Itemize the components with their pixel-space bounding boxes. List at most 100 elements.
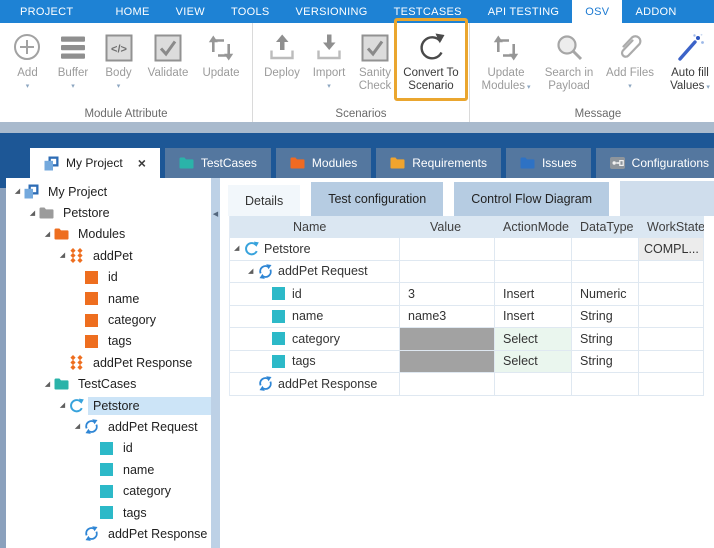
grid-name-cell[interactable]: name: [230, 306, 400, 328]
expander-icon[interactable]: ◢: [57, 252, 68, 259]
convert-to-scenario-button[interactable]: Convert To Scenario: [398, 28, 464, 93]
dropdown-caret-icon[interactable]: ▾: [71, 83, 75, 90]
expander-icon[interactable]: ◢: [27, 210, 38, 217]
grid-workstate-cell[interactable]: [639, 351, 704, 373]
update-modules-button[interactable]: Update Modules▾: [475, 28, 537, 93]
grid-workstate-cell[interactable]: [639, 283, 704, 305]
grid-datatype-cell[interactable]: String: [572, 306, 639, 328]
grid-datatype-cell[interactable]: [572, 238, 639, 260]
expander-icon[interactable]: ◢: [72, 423, 83, 430]
document-tab-issues[interactable]: Issues: [506, 148, 591, 178]
grid-value-cell[interactable]: [400, 328, 495, 350]
tree-item-id[interactable]: id: [6, 438, 211, 459]
buffer-button[interactable]: Buffer▾: [50, 28, 96, 90]
dropdown-caret-icon[interactable]: ▾: [628, 83, 632, 90]
document-tab-modules[interactable]: Modules: [276, 148, 371, 178]
column-header-value[interactable]: Value: [400, 220, 495, 234]
grid-value-cell[interactable]: 3: [400, 283, 495, 305]
grid-actionmode-cell[interactable]: [495, 261, 572, 283]
grid-name-cell[interactable]: category: [230, 328, 400, 350]
tree-item-petstore[interactable]: ◢Petstore: [6, 202, 211, 223]
column-header-workstate[interactable]: WorkState: [639, 220, 704, 234]
grid-name-cell[interactable]: id: [230, 283, 400, 305]
close-icon[interactable]: ×: [138, 156, 146, 170]
grid-value-cell[interactable]: name3: [400, 306, 495, 328]
dropdown-caret-icon[interactable]: ▾: [527, 84, 531, 91]
menu-item-api-testing[interactable]: API TESTING: [475, 0, 573, 23]
validate-button[interactable]: Validate: [141, 28, 195, 80]
expander-icon[interactable]: ◢: [234, 245, 244, 252]
column-header-name[interactable]: Name: [230, 220, 400, 234]
grid-workstate-cell[interactable]: [639, 261, 704, 283]
column-header-datatype[interactable]: DataType: [572, 220, 639, 234]
search-in-payload-button[interactable]: Search in Payload: [537, 28, 601, 93]
dropdown-caret-icon[interactable]: ▾: [26, 83, 30, 90]
dropdown-caret-icon[interactable]: ▾: [327, 83, 331, 90]
tree-item-modules[interactable]: ◢Modules: [6, 224, 211, 245]
tree-item-id[interactable]: id: [6, 267, 211, 288]
grid-value-cell[interactable]: [400, 373, 495, 395]
expander-icon[interactable]: ◢: [42, 381, 53, 388]
grid-actionmode-cell[interactable]: Select: [495, 351, 572, 373]
update-button[interactable]: Update: [195, 28, 247, 80]
grid-actionmode-cell[interactable]: Insert: [495, 306, 572, 328]
tree-item-name[interactable]: name: [6, 459, 211, 480]
grid-workstate-cell[interactable]: COMPL...: [639, 238, 704, 260]
tree-item-tags[interactable]: tags: [6, 331, 211, 352]
grid-actionmode-cell[interactable]: Select: [495, 328, 572, 350]
tree-item-category[interactable]: category: [6, 309, 211, 330]
sanity-check-button[interactable]: Sanity Check: [352, 28, 398, 93]
tree-item-petstore[interactable]: ◢Petstore: [6, 395, 211, 416]
grid-actionmode-cell[interactable]: Insert: [495, 283, 572, 305]
grid-datatype-cell[interactable]: [572, 373, 639, 395]
grid-datatype-cell[interactable]: Numeric: [572, 283, 639, 305]
document-tab-my-project[interactable]: My Project×: [30, 148, 160, 178]
tree-item-my-project[interactable]: ◢My Project: [6, 181, 211, 202]
tree-item-tags[interactable]: tags: [6, 502, 211, 523]
deploy-button[interactable]: Deploy: [258, 28, 306, 80]
tab-test-configuration[interactable]: Test configuration: [311, 182, 443, 216]
document-tab-requirements[interactable]: Requirements: [376, 148, 501, 178]
grid-workstate-cell[interactable]: [639, 306, 704, 328]
dropdown-caret-icon[interactable]: ▾: [117, 83, 121, 90]
add-files-button[interactable]: Add Files▾: [601, 28, 659, 90]
grid-datatype-cell[interactable]: String: [572, 351, 639, 373]
grid-actionmode-cell[interactable]: [495, 373, 572, 395]
tree-item-addpet[interactable]: ◢addPet: [6, 245, 211, 266]
grid-name-cell[interactable]: tags: [230, 351, 400, 373]
grid-workstate-cell[interactable]: [639, 373, 704, 395]
auto-fill-values-button[interactable]: Auto fill Values▾: [659, 28, 714, 93]
expander-icon[interactable]: ◢: [42, 231, 53, 238]
grid-name-cell[interactable]: ◢Petstore: [230, 238, 400, 260]
menu-item-home[interactable]: HOME: [102, 0, 162, 23]
grid-name-cell[interactable]: ◢addPet Request: [230, 261, 400, 283]
grid-name-cell[interactable]: addPet Response: [230, 373, 400, 395]
panel-splitter[interactable]: ◀: [211, 178, 220, 548]
tab-details[interactable]: Details: [228, 185, 300, 216]
add-button[interactable]: Add▾: [5, 28, 50, 90]
body-button[interactable]: </>Body▾: [96, 28, 141, 90]
document-tab-configurations[interactable]: Configurations: [596, 148, 714, 178]
grid-value-cell[interactable]: [400, 238, 495, 260]
tree-item-addpet-request[interactable]: ◢addPet Request: [6, 416, 211, 437]
tab-control-flow-diagram[interactable]: Control Flow Diagram: [454, 182, 609, 216]
menu-item-versioning[interactable]: VERSIONING: [283, 0, 381, 23]
collapse-arrow-icon[interactable]: ◀: [213, 211, 218, 218]
grid-value-cell[interactable]: [400, 351, 495, 373]
expander-icon[interactable]: ◢: [248, 268, 258, 275]
menu-item-osv[interactable]: OSV: [572, 0, 622, 23]
expander-icon[interactable]: ◢: [57, 402, 68, 409]
dropdown-caret-icon[interactable]: ▾: [706, 84, 710, 91]
tree-item-testcases[interactable]: ◢TestCases: [6, 374, 211, 395]
grid-datatype-cell[interactable]: [572, 261, 639, 283]
tree-item-addpet-response[interactable]: addPet Response: [6, 523, 211, 544]
grid-datatype-cell[interactable]: String: [572, 328, 639, 350]
import-button[interactable]: Import▾: [306, 28, 352, 90]
document-tab-testcases[interactable]: TestCases: [165, 148, 271, 178]
menu-item-addon[interactable]: ADDON: [622, 0, 689, 23]
grid-workstate-cell[interactable]: [639, 328, 704, 350]
tree-item-category[interactable]: category: [6, 480, 211, 501]
grid-value-cell[interactable]: [400, 261, 495, 283]
menu-item-view[interactable]: VIEW: [163, 0, 218, 23]
column-header-actionmode[interactable]: ActionMode: [495, 220, 572, 234]
